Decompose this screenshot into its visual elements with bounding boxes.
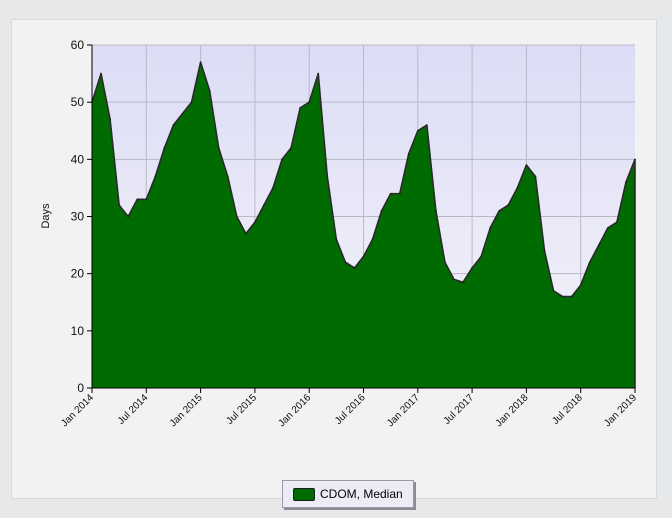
data-point <box>154 175 157 178</box>
legend: CDOM, Median <box>282 480 414 508</box>
data-point <box>199 61 202 63</box>
data-point <box>208 89 211 92</box>
data-point <box>380 209 383 212</box>
data-point <box>426 124 428 126</box>
data-point <box>181 112 184 115</box>
data-point <box>561 295 564 298</box>
data-point <box>136 198 139 201</box>
data-point <box>462 281 464 284</box>
x-tick-label: Jan 2018 <box>494 392 531 429</box>
legend-label: CDOM, Median <box>320 487 403 501</box>
data-point <box>552 290 555 292</box>
data-point <box>570 295 573 298</box>
data-point <box>453 278 455 281</box>
legend-swatch <box>293 487 315 501</box>
data-point <box>444 261 446 264</box>
data-point <box>634 158 636 161</box>
y-tick-label: 10 <box>71 324 85 338</box>
data-point <box>480 255 482 258</box>
data-point <box>317 72 320 75</box>
data-point <box>308 101 311 103</box>
data-point <box>616 221 618 224</box>
data-point <box>498 209 501 212</box>
data-point <box>371 238 374 241</box>
x-tick-label: Jan 2019 <box>602 392 639 429</box>
data-point <box>226 175 229 178</box>
data-point <box>118 204 120 206</box>
x-tick-label: Jul 2018 <box>550 392 585 427</box>
data-point <box>254 221 256 224</box>
x-tick-label: Jan 2017 <box>385 392 422 429</box>
x-tick-label: Jul 2016 <box>333 392 368 427</box>
data-point <box>190 101 193 103</box>
data-point <box>335 238 338 241</box>
y-tick-label: 40 <box>71 152 85 166</box>
chart-panel: 0 10 20 30 40 50 60 Jan 2014 Jul 2014 Jan 2015 Jul… <box>12 20 656 508</box>
data-point <box>290 147 292 149</box>
data-point <box>625 181 627 183</box>
x-tick-label: Jul 2014 <box>116 392 151 427</box>
x-tick-label: Jan 2016 <box>276 392 313 429</box>
data-point <box>534 175 537 178</box>
x-tick-label: Jan 2015 <box>168 392 205 429</box>
chart: 0 10 20 30 40 50 60 Jan 2014 Jul 2014 Jan 2015 Jul… <box>40 38 639 429</box>
data-point <box>525 164 528 166</box>
data-point <box>145 198 148 201</box>
data-point <box>299 107 301 109</box>
y-tick-label: 20 <box>71 267 85 281</box>
data-point <box>588 261 591 264</box>
data-point <box>579 284 582 286</box>
x-tick-label: Jul 2017 <box>442 392 477 427</box>
x-tick-label: Jan 2014 <box>59 392 96 429</box>
data-point <box>326 175 329 178</box>
data-point <box>543 250 546 252</box>
y-tick-label: 50 <box>71 95 85 109</box>
data-point <box>172 124 175 126</box>
x-tick-label: Jul 2015 <box>225 392 260 427</box>
y-tick-label: 30 <box>71 210 85 224</box>
data-point <box>245 232 247 235</box>
data-point <box>362 255 365 258</box>
data-point <box>389 192 392 195</box>
data-point <box>598 244 600 246</box>
data-point <box>272 187 274 189</box>
data-point <box>417 129 419 132</box>
data-point <box>263 204 265 206</box>
y-tick-label: 0 <box>77 381 84 395</box>
data-point <box>127 215 129 218</box>
data-point <box>435 209 437 212</box>
data-point <box>109 118 111 121</box>
data-point <box>344 261 347 264</box>
y-axis-title: Days <box>40 203 52 229</box>
data-point <box>471 267 473 269</box>
data-point <box>236 215 238 218</box>
data-point <box>398 192 401 195</box>
data-point <box>507 204 510 206</box>
data-point <box>100 72 102 75</box>
data-point <box>516 187 519 189</box>
data-point <box>217 147 220 149</box>
data-point <box>353 267 356 269</box>
data-point <box>489 227 492 229</box>
data-point <box>607 227 609 229</box>
data-point <box>281 158 283 161</box>
data-point <box>163 147 166 149</box>
y-tick-label: 60 <box>71 38 85 52</box>
data-point <box>407 152 410 155</box>
